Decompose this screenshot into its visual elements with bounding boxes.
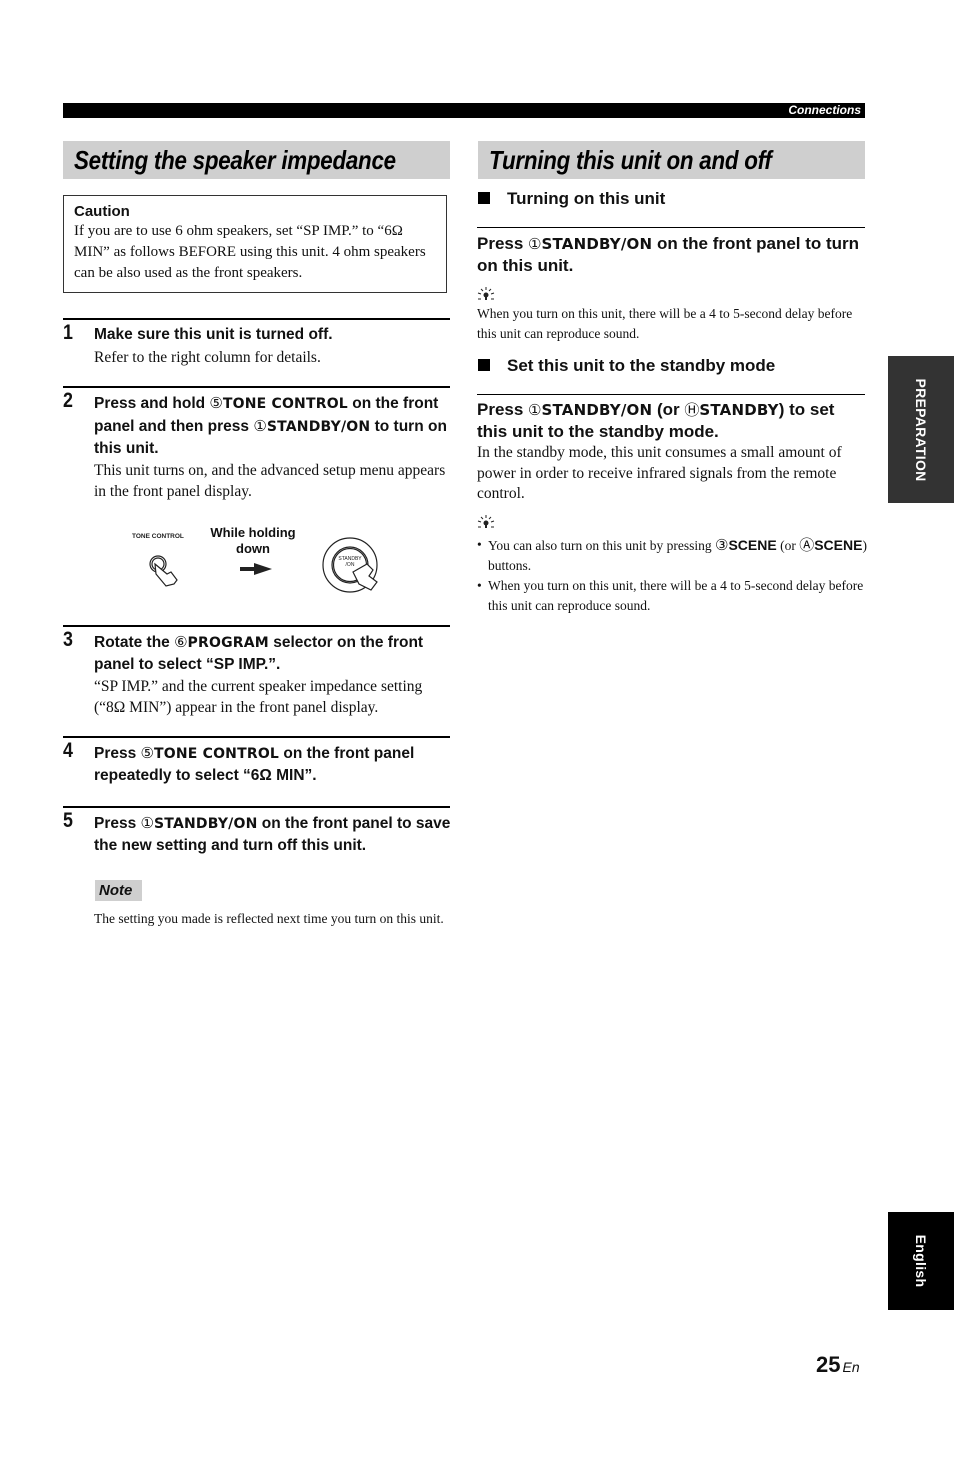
page-number: 25 En	[816, 1352, 860, 1377]
subheading-standby: Set this unit to the standby mode	[477, 355, 867, 377]
subheading-turning-on: Turning on this unit	[477, 188, 867, 210]
standby-description: In the standby mode, this unit consumes …	[477, 444, 842, 502]
divider	[477, 394, 865, 395]
section-title-speaker-impedance: Setting the speaker impedance	[63, 141, 450, 179]
section-title-text: Setting the speaker impedance	[74, 145, 396, 175]
standby-button-icon: STANDBY /ON	[322, 537, 378, 593]
step-instruction: Make sure this unit is turned off.	[94, 326, 333, 343]
turn-on-instruction: Press ①STANDBY/ON on the front panel to …	[477, 234, 860, 275]
step-number: 4	[63, 739, 73, 762]
step-instruction: Press and hold ⑤TONE CONTROL on the fron…	[94, 394, 447, 457]
section-title-text: Turning this unit on and off	[489, 145, 772, 175]
tone-control-button-icon	[149, 555, 178, 587]
lightbulb-hint-icon	[477, 287, 495, 300]
note-label: Note	[95, 880, 142, 901]
list-item: • You can also turn on this unit by press…	[477, 536, 867, 573]
button-illustration: STANDBY /ON TONE CONTROL While holding d…	[125, 520, 395, 605]
step-instruction: Rotate the ⑥PROGRAM selector on the fron…	[94, 633, 424, 673]
step-instruction: Press ⑤TONE CONTROL on the front panel r…	[94, 744, 415, 784]
caution-text: If you are to use 6 ohm speakers, set “S…	[74, 223, 426, 281]
step-description: “SP IMP.” and the current speaker impeda…	[94, 678, 423, 716]
svg-text:/ON: /ON	[346, 562, 355, 568]
header-bar: Connections	[63, 103, 865, 118]
lightbulb-hint-icon	[477, 515, 495, 528]
step-instruction: Press ①STANDBY/ON on the front panel to …	[94, 814, 451, 854]
step-number: 2	[63, 389, 73, 412]
step-description: This unit turns on, and the advanced set…	[94, 462, 446, 500]
divider	[477, 227, 865, 228]
caution-box: Caution If you are to use 6 ohm speakers…	[63, 195, 447, 293]
note-text: The setting you made is reflected next t…	[94, 911, 444, 926]
step-1: 1 Make sure this unit is turned off. Ref…	[63, 318, 450, 366]
step-number: 1	[63, 321, 73, 344]
turn-on-hint: When you turn on this unit, there will b…	[477, 306, 853, 341]
step-4: 4 Press ⑤TONE CONTROL on the front panel…	[63, 736, 450, 784]
arrow-right-icon	[240, 563, 272, 575]
step-description: Refer to the right column for details.	[94, 349, 321, 366]
step-3: 3 Rotate the ⑥PROGRAM selector on the fr…	[63, 625, 450, 716]
step-number: 3	[63, 628, 73, 651]
step-5: 5 Press ①STANDBY/ON on the front panel t…	[63, 806, 450, 854]
step-2: 2 Press and hold ⑤TONE CONTROL on the fr…	[63, 386, 450, 500]
tone-control-label: TONE CONTROL	[132, 533, 184, 540]
hint-list: • You can also turn on this unit by press…	[477, 535, 869, 616]
while-holding-label: While holding down	[210, 525, 296, 556]
step-number: 5	[63, 809, 73, 832]
section-title-on-off: Turning this unit on and off	[478, 141, 865, 179]
section-label: Connections	[788, 103, 861, 117]
caution-heading: Caution	[74, 203, 130, 220]
square-bullet-icon	[478, 359, 490, 371]
side-tab-english[interactable]: English	[888, 1212, 954, 1310]
side-tab-preparation[interactable]: PREPARATION	[888, 356, 954, 503]
list-item: • When you turn on this unit, there will …	[477, 578, 864, 613]
standby-instruction: Press ①STANDBY/ON (or ⒽSTANDBY) to set t…	[477, 400, 835, 441]
square-bullet-icon	[478, 192, 490, 204]
